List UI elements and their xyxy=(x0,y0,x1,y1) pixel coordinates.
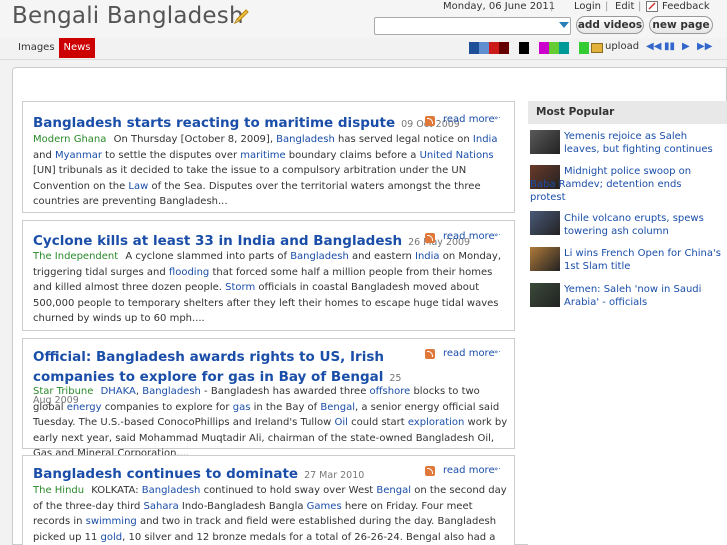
play-icon[interactable]: ▶ xyxy=(682,41,690,52)
read-more-link[interactable]: read more xyxy=(443,348,495,359)
read-more-arrow-icon[interactable]: »· xyxy=(494,231,501,239)
article-body: The Independent A cyclone slammed into p… xyxy=(33,251,502,324)
read-more-link[interactable]: read more xyxy=(443,114,495,125)
article-source[interactable]: Star Tribune xyxy=(33,386,93,397)
login-link[interactable]: Login xyxy=(574,1,601,12)
color-swatch[interactable] xyxy=(479,42,489,54)
rss-icon[interactable] xyxy=(425,116,435,126)
feedback-link[interactable]: Feedback xyxy=(662,1,710,12)
story-thumbnail[interactable] xyxy=(530,283,560,307)
popular-story-link[interactable]: Yemen: Saleh 'now in Saudi Arabia' - off… xyxy=(564,283,714,309)
keyword-link[interactable]: exploration xyxy=(408,417,465,428)
keyword-link[interactable]: Games xyxy=(307,501,342,512)
tab-images[interactable]: Images xyxy=(18,42,55,53)
rss-icon[interactable] xyxy=(425,466,435,476)
read-more-arrow-icon[interactable]: »· xyxy=(494,114,501,122)
separator: | xyxy=(638,1,642,12)
color-swatch[interactable] xyxy=(499,42,509,54)
search-input[interactable] xyxy=(374,17,571,35)
date-label: Monday, 06 June 2011 xyxy=(443,1,556,12)
separator: | xyxy=(605,1,609,12)
color-swatch[interactable] xyxy=(489,42,499,54)
keyword-link[interactable]: Bangladesh xyxy=(142,386,201,397)
keyword-link[interactable]: Law xyxy=(128,181,148,192)
keyword-link[interactable]: Bangladesh xyxy=(276,134,335,145)
news-article: Cyclone kills at least 33 in India and B… xyxy=(22,220,515,331)
article-body: Star Tribune DHAKA, Bangladesh - Banglad… xyxy=(33,386,508,459)
header: Bengali Bangladesh Monday, 06 June 2011 … xyxy=(0,0,727,38)
pause-icon[interactable]: ▮▮ xyxy=(664,41,675,52)
news-article: Official: Bangladesh awards rights to US… xyxy=(22,338,515,459)
popular-story-link[interactable]: Yemenis rejoice as Saleh leaves, but fig… xyxy=(564,130,724,156)
article-date: 27 Mar 2010 xyxy=(304,470,365,481)
color-swatch[interactable] xyxy=(549,42,559,54)
keyword-link[interactable]: DHAKA xyxy=(101,386,136,397)
upload-icon[interactable] xyxy=(591,43,603,53)
article-source[interactable]: The Hindu xyxy=(33,485,84,496)
keyword-link[interactable]: Bengal xyxy=(376,485,411,496)
story-thumbnail[interactable] xyxy=(530,211,560,235)
popular-story-link[interactable]: Chile volcano erupts, spews towering ash… xyxy=(564,212,724,238)
article-title-text[interactable]: Official: Bangladesh awards rights to US… xyxy=(33,349,384,385)
most-popular-panel: Most Popular Yemenis rejoice as Saleh le… xyxy=(528,101,727,545)
keyword-link[interactable]: Bengal xyxy=(320,402,355,413)
popular-story-link[interactable]: Li wins French Open for China's 1st Slam… xyxy=(564,247,726,273)
keyword-link[interactable]: Myanmar xyxy=(55,150,102,161)
read-more-arrow-icon[interactable]: »· xyxy=(494,348,501,356)
nav-bar: Images News upload ◀◀ ▮▮ ▶ ▶▶ xyxy=(0,38,727,60)
feedback-icon[interactable] xyxy=(646,1,658,12)
site-title[interactable]: Bengali Bangladesh xyxy=(12,3,244,29)
article-title-text[interactable]: Bangladesh starts reacting to maritime d… xyxy=(33,115,395,131)
keyword-link[interactable]: Bangladesh xyxy=(290,251,349,262)
tab-news[interactable]: News xyxy=(59,38,95,58)
separator: | xyxy=(550,1,554,12)
story-thumbnail[interactable] xyxy=(530,247,560,271)
keyword-link[interactable]: maritime xyxy=(240,150,285,161)
news-article: Bangladesh continues to dominate 27 Mar 2… xyxy=(22,455,515,545)
add-videos-button[interactable]: add videos xyxy=(576,16,644,34)
rss-icon[interactable] xyxy=(425,349,435,359)
color-swatch[interactable] xyxy=(539,42,549,54)
keyword-link[interactable]: gold xyxy=(101,532,123,543)
color-swatch[interactable] xyxy=(519,42,529,54)
rss-icon[interactable] xyxy=(425,233,435,243)
keyword-link[interactable]: flooding xyxy=(169,267,209,278)
article-body: The Hindu KOLKATA: Bangladesh continued … xyxy=(33,485,507,543)
keyword-link[interactable]: swimming xyxy=(86,516,137,527)
new-page-button[interactable]: new page xyxy=(649,16,713,34)
most-popular-heading: Most Popular xyxy=(528,101,727,124)
keyword-link[interactable]: offshore xyxy=(370,386,411,397)
pencil-icon[interactable] xyxy=(232,8,250,26)
keyword-link[interactable]: Sahara xyxy=(144,501,179,512)
edit-link[interactable]: Edit xyxy=(615,1,634,12)
popular-story-link[interactable]: Midnight police swoop on Baba Ramdev; de… xyxy=(530,165,706,204)
color-swatch[interactable] xyxy=(579,42,589,54)
fast-forward-icon[interactable]: ▶▶ xyxy=(697,41,712,52)
keyword-link[interactable]: Oil xyxy=(334,417,347,428)
news-article: Bangladesh starts reacting to maritime d… xyxy=(22,101,515,213)
article-title-text[interactable]: Bangladesh continues to dominate xyxy=(33,466,298,482)
article-body: Modern Ghana On Thursday [October 8, 200… xyxy=(33,134,498,207)
read-more-link[interactable]: read more xyxy=(443,465,495,476)
keyword-link[interactable]: United Nations xyxy=(420,150,494,161)
article-source[interactable]: Modern Ghana xyxy=(33,134,106,145)
keyword-link[interactable]: gas xyxy=(233,402,251,413)
story-thumbnail[interactable] xyxy=(530,130,560,154)
article-source[interactable]: The Independent xyxy=(33,251,118,262)
keyword-link[interactable]: Storm xyxy=(225,282,255,293)
keyword-link[interactable]: India xyxy=(415,251,440,262)
color-swatch[interactable] xyxy=(559,42,569,54)
rewind-icon[interactable]: ◀◀ xyxy=(646,41,661,52)
read-more-arrow-icon[interactable]: »· xyxy=(494,465,501,473)
read-more-link[interactable]: read more xyxy=(443,231,495,242)
keyword-link[interactable]: Bangladesh xyxy=(142,485,201,496)
color-swatch[interactable] xyxy=(469,42,479,54)
keyword-link[interactable]: energy xyxy=(67,402,102,413)
keyword-link[interactable]: India xyxy=(473,134,498,145)
article-title-text[interactable]: Cyclone kills at least 33 in India and B… xyxy=(33,233,402,249)
chevron-down-icon[interactable] xyxy=(559,22,569,28)
upload-link[interactable]: upload xyxy=(605,41,639,52)
